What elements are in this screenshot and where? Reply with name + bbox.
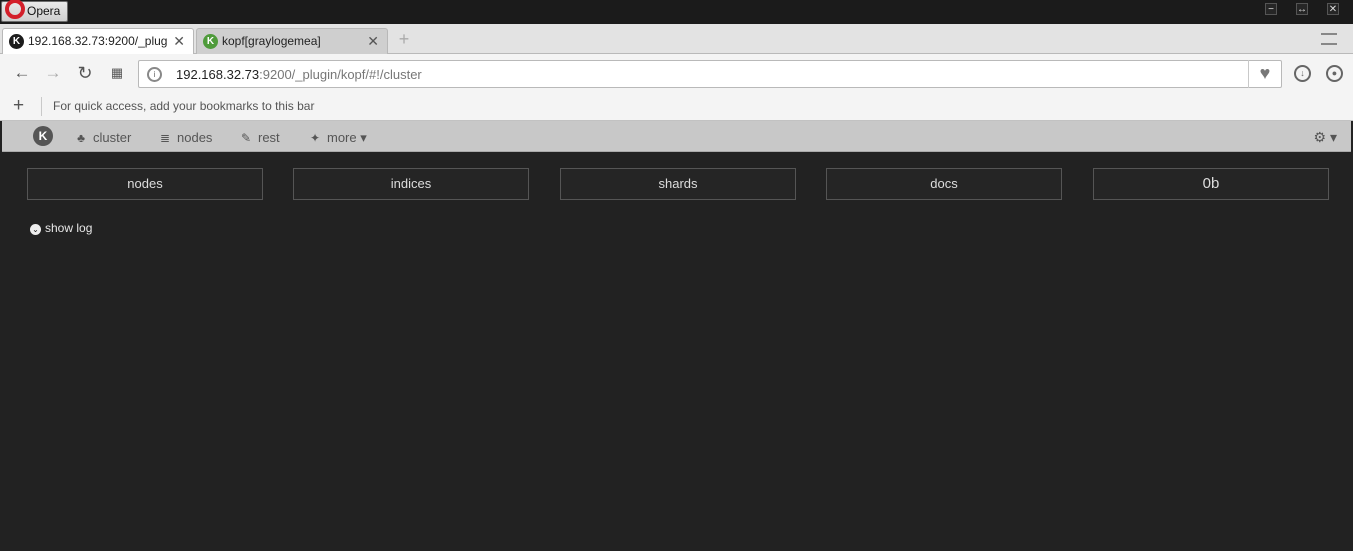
stat-indices: indices	[293, 168, 529, 200]
download-icon[interactable]: ↓	[1294, 65, 1311, 82]
bookmark-hint: For quick access, add your bookmarks to …	[53, 99, 315, 113]
url-host: 192.168.32.73	[176, 67, 260, 82]
more-caret-icon: ▾	[360, 130, 367, 145]
stat-docs: docs	[826, 168, 1062, 200]
speed-dial-icon[interactable]: ▦	[108, 64, 126, 82]
profile-icon[interactable]: ●	[1326, 65, 1343, 82]
add-bookmark-icon[interactable]: +	[13, 96, 24, 116]
nav-rest[interactable]: ✎ rest	[238, 129, 280, 146]
close-window-icon[interactable]: ✕	[1327, 3, 1339, 15]
bookmark-heart-icon[interactable]: ♥	[1248, 60, 1281, 88]
bookmarks-bar: + For quick access, add your bookmarks t…	[0, 93, 1353, 121]
tab-strip: K 192.168.32.73:9200/_plugin ✕ K kopf[gr…	[0, 24, 1353, 54]
kopf-favicon-icon: K	[203, 34, 218, 49]
opera-logo-icon	[5, 0, 25, 19]
window-titlebar: Opera − ↔ ✕	[0, 0, 1353, 24]
show-log-label: show log	[45, 221, 93, 235]
nav-nodes-label: nodes	[177, 130, 213, 145]
nav-more-label: more	[327, 130, 357, 145]
tab-kopf-graylogemea[interactable]: K kopf[graylogemea] ✕	[196, 28, 388, 54]
show-log-toggle[interactable]: ⌄ show log	[30, 220, 92, 236]
tab-title: kopf[graylogemea]	[222, 34, 321, 48]
kopf-navbar: K ♣ cluster ≣ nodes ✎ rest ✦ more ▾ ⚙ ▾	[2, 121, 1351, 152]
opera-menu-label: Opera	[27, 4, 61, 18]
minimize-icon[interactable]: −	[1265, 3, 1277, 15]
nav-cluster[interactable]: ♣ cluster	[73, 129, 131, 146]
settings-gear-icon[interactable]: ⚙ ▾	[1314, 129, 1337, 146]
server-icon: ≣	[159, 131, 171, 145]
site-info-icon[interactable]: i	[147, 67, 162, 82]
magic-wand-icon: ✦	[309, 131, 321, 145]
kopf-favicon-icon: K	[9, 34, 24, 49]
opera-menu-button[interactable]: Opera	[1, 0, 68, 22]
nav-more[interactable]: ✦ more ▾	[307, 129, 367, 146]
stat-shards: shards	[560, 168, 796, 200]
close-tab-icon[interactable]: ✕	[173, 29, 185, 53]
address-bar[interactable]: i 192.168.32.73:9200/_plugin/kopf/#!/clu…	[138, 60, 1282, 88]
browser-toolbar: ← → ↻ ▦ i 192.168.32.73:9200/_plugin/kop…	[0, 54, 1353, 93]
cluster-content: nodes indices shards docs 0b ⌄ show log	[2, 152, 1351, 551]
kopf-logo-icon[interactable]: K	[33, 126, 53, 146]
edit-icon: ✎	[240, 131, 252, 145]
tab-192-168-32-73[interactable]: K 192.168.32.73:9200/_plugin ✕	[2, 28, 194, 54]
nav-rest-label: rest	[258, 130, 280, 145]
forward-icon[interactable]: →	[44, 64, 62, 82]
url-text[interactable]: 192.168.32.73:9200/_plugin/kopf/#!/clust…	[176, 67, 422, 82]
sitemap-icon: ♣	[77, 131, 85, 145]
chevron-down-icon: ⌄	[30, 224, 41, 235]
restore-icon[interactable]: ↔	[1296, 3, 1308, 15]
nav-cluster-label: cluster	[93, 130, 132, 145]
close-tab-icon[interactable]: ✕	[367, 29, 379, 53]
tab-title: 192.168.32.73:9200/_plugin	[28, 34, 168, 48]
tab-menu-icon[interactable]	[1321, 33, 1337, 45]
nav-nodes[interactable]: ≣ nodes	[157, 129, 212, 146]
url-path: :9200/_plugin/kopf/#!/cluster	[259, 67, 422, 82]
back-icon[interactable]: ←	[13, 64, 31, 82]
stat-size: 0b	[1093, 168, 1329, 200]
bookmark-divider	[41, 97, 42, 116]
reload-icon[interactable]: ↻	[76, 64, 94, 82]
stat-nodes: nodes	[27, 168, 263, 200]
new-tab-icon[interactable]: +	[396, 30, 412, 48]
